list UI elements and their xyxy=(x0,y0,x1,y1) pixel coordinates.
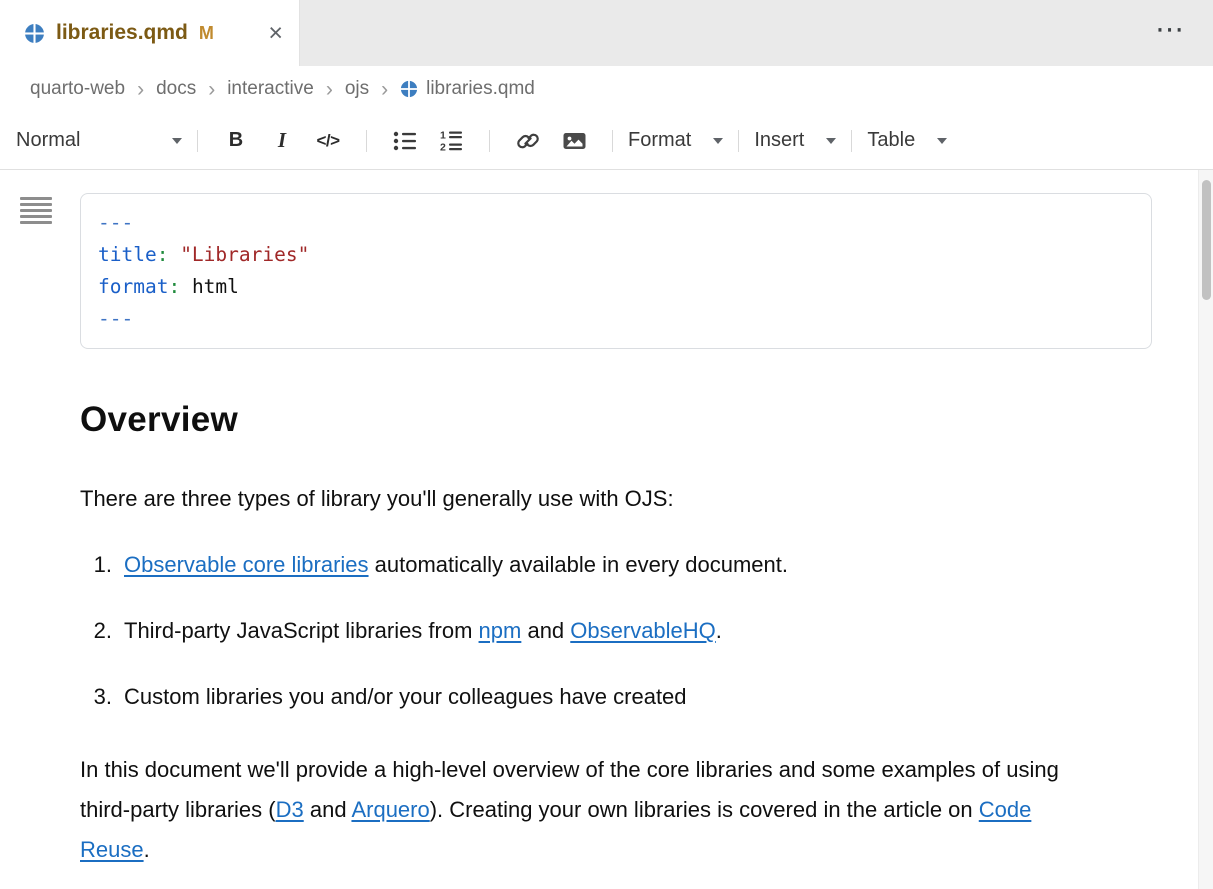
scrollbar-thumb[interactable] xyxy=(1202,180,1211,300)
toolbar-separator xyxy=(738,130,739,152)
breadcrumb-item-quarto-web[interactable]: quarto-web xyxy=(30,78,125,100)
breadcrumb-item-label: quarto-web xyxy=(30,78,125,100)
svg-text:2: 2 xyxy=(440,141,446,153)
bold-icon: B xyxy=(229,129,243,152)
breadcrumb-item-libraries.qmd[interactable]: libraries.qmd xyxy=(400,78,535,100)
breadcrumb-item-label: docs xyxy=(156,78,196,100)
bullet-list-icon xyxy=(392,129,418,153)
paragraph-style-label: Normal xyxy=(16,129,80,152)
breadcrumb-separator: › xyxy=(326,79,333,100)
breadcrumb-items: quarto-web › docs › interactive › ojs › librari… xyxy=(30,78,535,100)
breadcrumb-separator: › xyxy=(137,79,144,100)
more-actions-icon[interactable]: ⋯ xyxy=(1155,12,1185,47)
modified-badge: M xyxy=(199,23,214,44)
list-item-text: Custom libraries you and/or your colleag… xyxy=(124,682,687,712)
yaml-lines: title: "Libraries"format: html xyxy=(98,239,1134,303)
table-menu-label: Table xyxy=(867,129,915,152)
numbered-list-icon: 1 2 xyxy=(438,129,464,153)
toolbar-separator xyxy=(366,130,367,152)
toolbar-separator xyxy=(612,130,613,152)
intro-paragraph: There are three types of library you'll … xyxy=(80,484,1152,514)
document-body: --- title: "Libraries"format: html --- O… xyxy=(80,170,1152,870)
quarto-icon xyxy=(24,23,45,44)
list-item: 2. Third-party JavaScript libraries from … xyxy=(80,616,1152,646)
ordered-list: 1. Observable core libraries automaticall… xyxy=(80,550,1152,712)
link-icon xyxy=(516,129,540,153)
chevron-down-icon xyxy=(713,138,723,144)
tab-filename: libraries.qmd xyxy=(56,21,188,45)
heading-overview: Overview xyxy=(80,399,1152,440)
paragraph-style-dropdown[interactable]: Normal xyxy=(14,129,182,152)
breadcrumb: quarto-web › docs › interactive › ojs › librari… xyxy=(0,66,1213,112)
yaml-front-matter-block[interactable]: --- title: "Libraries"format: html --- xyxy=(80,193,1152,349)
text-run: . xyxy=(144,837,150,862)
breadcrumb-separator: › xyxy=(381,79,388,100)
italic-icon: I xyxy=(278,128,286,153)
breadcrumb-item-interactive[interactable]: interactive xyxy=(227,78,314,100)
breadcrumb-item-label: ojs xyxy=(345,78,369,100)
yaml-line: title: "Libraries" xyxy=(98,239,1134,271)
text-run: Custom libraries you and/or your colleag… xyxy=(124,684,687,709)
breadcrumb-separator: › xyxy=(208,79,215,100)
breadcrumb-item-ojs[interactable]: ojs xyxy=(345,78,369,100)
chevron-down-icon xyxy=(937,138,947,144)
text-run: ). Creating your own libraries is covere… xyxy=(430,797,979,822)
yaml-line: format: html xyxy=(98,271,1134,303)
italic-button[interactable]: I xyxy=(259,121,305,161)
inline-link[interactable]: ObservableHQ xyxy=(570,618,716,643)
chevron-down-icon xyxy=(826,138,836,144)
quarto-visual-editor-window: libraries.qmd M × ⋯ quarto-web › docs › inte… xyxy=(0,0,1213,889)
chevron-down-icon xyxy=(172,138,182,144)
editor-content[interactable]: --- title: "Libraries"format: html --- O… xyxy=(0,170,1213,889)
image-button[interactable] xyxy=(551,121,597,161)
table-menu[interactable]: Table xyxy=(867,129,947,152)
formatting-toolbar: Normal B I </> xyxy=(0,112,1213,170)
breadcrumb-item-label: interactive xyxy=(227,78,314,100)
inline-link[interactable]: Observable core libraries xyxy=(124,552,369,577)
tab-bar: libraries.qmd M × ⋯ xyxy=(0,0,1213,66)
format-menu-label: Format xyxy=(628,129,691,152)
yaml-fence: --- xyxy=(98,303,1134,335)
toolbar-separator xyxy=(197,130,198,152)
inline-link[interactable]: npm xyxy=(479,618,522,643)
tab-libraries-qmd[interactable]: libraries.qmd M × xyxy=(0,0,300,66)
text-run: . xyxy=(716,618,722,643)
list-number: 2. xyxy=(80,616,112,646)
vertical-scrollbar[interactable] xyxy=(1198,170,1213,889)
list-item: 1. Observable core libraries automaticall… xyxy=(80,550,1152,580)
toolbar-separator xyxy=(851,130,852,152)
close-tab-icon[interactable]: × xyxy=(268,21,283,46)
list-number: 1. xyxy=(80,550,112,580)
text-run: and xyxy=(521,618,570,643)
svg-text:1: 1 xyxy=(440,129,446,141)
yaml-fence: --- xyxy=(98,207,1134,239)
block-drag-handle-icon[interactable] xyxy=(20,196,52,231)
bold-button[interactable]: B xyxy=(213,121,259,161)
breadcrumb-item-docs[interactable]: docs xyxy=(156,78,196,100)
link-button[interactable] xyxy=(505,121,551,161)
text-run: automatically available in every documen… xyxy=(369,552,788,577)
closing-paragraph: In this document we'll provide a high-le… xyxy=(80,750,1095,870)
list-item: 3. Custom libraries you and/or your colle… xyxy=(80,682,1152,712)
inline-link[interactable]: Arquero xyxy=(351,797,429,822)
code-button[interactable]: </> xyxy=(305,121,351,161)
numbered-list-button[interactable]: 1 2 xyxy=(428,121,474,161)
inline-link[interactable]: D3 xyxy=(276,797,304,822)
text-run: and xyxy=(304,797,352,822)
list-number: 3. xyxy=(80,682,112,712)
format-menu[interactable]: Format xyxy=(628,129,723,152)
insert-menu-label: Insert xyxy=(754,129,804,152)
breadcrumb-item-label: libraries.qmd xyxy=(426,78,535,100)
image-icon xyxy=(562,130,587,152)
text-run: Third-party JavaScript libraries from xyxy=(124,618,479,643)
toolbar-separator xyxy=(489,130,490,152)
list-item-text: Observable core libraries automatically … xyxy=(124,550,788,580)
list-item-text: Third-party JavaScript libraries from np… xyxy=(124,616,722,646)
code-icon: </> xyxy=(316,131,339,151)
quarto-icon xyxy=(400,80,418,98)
insert-menu[interactable]: Insert xyxy=(754,129,836,152)
bullet-list-button[interactable] xyxy=(382,121,428,161)
